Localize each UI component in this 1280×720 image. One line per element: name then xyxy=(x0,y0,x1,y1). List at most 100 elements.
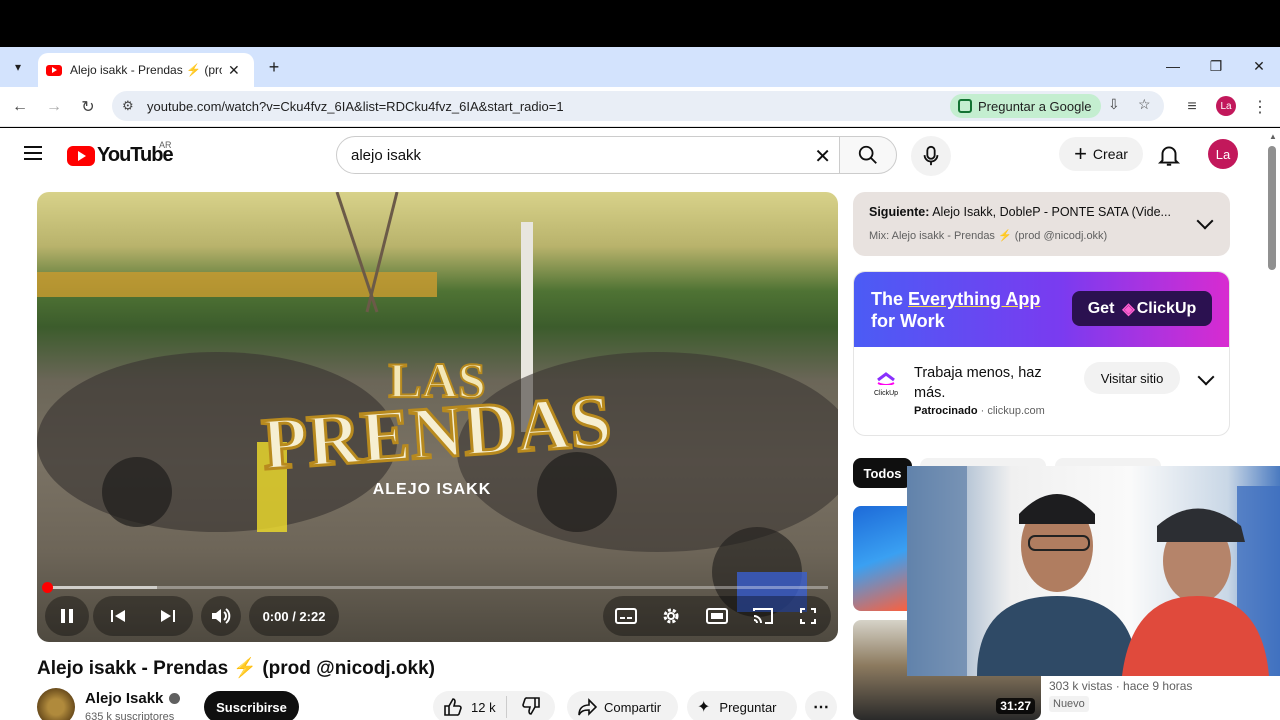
previous-icon[interactable] xyxy=(106,604,130,628)
ad-get-clickup-button[interactable]: Get ◈ ClickUp xyxy=(1072,291,1212,326)
video-player[interactable]: LAS PRENDAS ALEJO ISAKK 0:00 / 2:22 xyxy=(37,192,838,642)
browser-toolbar: ← → ↻ ⚙ youtube.com/watch?v=Cku4fvz_6IA&… xyxy=(0,87,1280,127)
visit-site-button[interactable]: Visitar sitio xyxy=(1084,362,1180,394)
ad-card[interactable]: The Everything App for Work Get ◈ ClickU… xyxy=(853,271,1230,436)
ad-sponsor-line: Patrocinado · clickup.com xyxy=(914,405,1045,417)
notifications-bell-icon[interactable] xyxy=(1156,142,1182,168)
channel-name[interactable]: Alejo Isakk xyxy=(85,690,181,707)
page-scrollbar[interactable] xyxy=(1268,146,1276,270)
like-button[interactable]: 12 k xyxy=(433,696,507,718)
tab-search-icon[interactable]: ▾ xyxy=(6,55,30,79)
minimize-icon[interactable]: — xyxy=(1161,55,1185,77)
microphone-icon xyxy=(923,145,939,166)
time-display: 0:00 / 2:22 xyxy=(262,608,326,624)
clickup-logo-icon: ◈ xyxy=(1122,300,1135,318)
thumbs-down-icon xyxy=(522,696,540,715)
mix-title: Mix: Alejo isakk - Prendas ⚡ (prod @nico… xyxy=(869,230,1108,242)
expand-playlist-icon[interactable] xyxy=(1196,212,1214,230)
fullscreen-icon[interactable] xyxy=(796,604,820,628)
ask-google-button[interactable]: Preguntar a Google xyxy=(950,94,1102,118)
clickup-icon-label: ClickUp xyxy=(873,390,899,397)
browser-tab-active[interactable]: Alejo isakk - Prendas ⚡ (prod ✕ xyxy=(38,53,254,87)
channel-name-text: Alejo Isakk xyxy=(85,690,164,707)
like-dislike-group: 12 k xyxy=(433,691,555,720)
ask-google-label: Preguntar a Google xyxy=(978,98,1092,114)
scroll-up-icon[interactable]: ▲ xyxy=(1269,132,1277,141)
search-input[interactable]: alejo isakk ✕ xyxy=(336,136,840,174)
ad-headline: The Everything App for Work xyxy=(871,288,1040,332)
back-icon[interactable]: ← xyxy=(8,95,32,119)
verified-badge-icon xyxy=(169,693,181,704)
screen: ▾ Alejo isakk - Prendas ⚡ (prod ✕ + — ❐ … xyxy=(0,0,1280,720)
lens-icon xyxy=(958,99,972,113)
browser-menu-icon[interactable]: ⋮ xyxy=(1248,95,1272,119)
progress-scrubber[interactable] xyxy=(42,582,53,593)
recommendation-meta: 303 k vistas · hace 9 horas xyxy=(1049,679,1193,693)
new-tab-icon[interactable]: + xyxy=(262,55,286,79)
address-bar[interactable]: ⚙ youtube.com/watch?v=Cku4fvz_6IA&list=R… xyxy=(112,91,1164,121)
search-icon xyxy=(858,145,877,164)
ad-domain: clickup.com xyxy=(987,405,1045,417)
ad-cta-brand: ClickUp xyxy=(1136,299,1197,317)
create-button[interactable]: + Crear xyxy=(1059,137,1143,171)
subscribe-button[interactable]: Suscribirse xyxy=(204,691,299,720)
tab-close-icon[interactable]: ✕ xyxy=(228,62,240,79)
create-label: Crear xyxy=(1092,146,1128,162)
share-label: Compartir xyxy=(604,699,662,715)
webcam-overlay xyxy=(907,466,1280,676)
youtube-favicon-icon xyxy=(46,64,62,76)
window-close-icon[interactable]: ✕ xyxy=(1247,55,1271,77)
playlist-nav xyxy=(93,596,193,636)
clickup-advertiser-icon: ClickUp xyxy=(870,369,902,397)
browser-profile-avatar[interactable]: La xyxy=(1216,96,1236,116)
url-text[interactable]: youtube.com/watch?v=Cku4fvz_6IA&list=RDC… xyxy=(147,99,564,114)
settings-gear-icon[interactable] xyxy=(659,604,683,628)
progress-buffered xyxy=(47,586,157,589)
thumbs-up-icon xyxy=(444,698,462,716)
chip-all[interactable]: Todos xyxy=(853,458,912,488)
cast-icon[interactable] xyxy=(751,604,775,628)
next-icon[interactable] xyxy=(156,604,180,628)
new-badge: Nuevo xyxy=(1049,696,1089,712)
share-button[interactable]: Compartir xyxy=(567,691,678,720)
ask-label: Preguntar xyxy=(719,699,777,715)
dislike-button[interactable] xyxy=(507,696,541,719)
reload-icon[interactable]: ↻ xyxy=(76,95,100,119)
player-settings-controls xyxy=(603,596,831,636)
recommendation-thumbnail[interactable] xyxy=(853,506,911,611)
subscriber-count: 635 k suscriptores xyxy=(85,711,175,720)
ask-button[interactable]: ✦ Preguntar xyxy=(687,691,797,720)
restore-icon[interactable]: ❐ xyxy=(1204,55,1228,77)
progress-bar[interactable] xyxy=(47,586,828,589)
install-app-icon[interactable]: ⇩ xyxy=(1108,96,1120,113)
ad-headline-1: The xyxy=(871,289,904,309)
up-next-prefix: Siguiente: xyxy=(869,205,930,219)
search-button[interactable] xyxy=(839,136,897,174)
subtitles-icon[interactable] xyxy=(614,604,638,628)
media-control-icon[interactable]: ≡ xyxy=(1180,95,1204,119)
clear-search-icon[interactable]: ✕ xyxy=(814,144,831,169)
account-avatar[interactable]: La xyxy=(1208,139,1238,169)
volume-button[interactable] xyxy=(201,596,241,636)
forward-icon[interactable]: → xyxy=(42,95,66,119)
video-title: Alejo isakk - Prendas ⚡ (prod @nicodj.ok… xyxy=(37,658,435,679)
more-actions-icon[interactable]: ⋯ xyxy=(805,691,837,720)
youtube-play-logo-icon xyxy=(67,145,95,166)
site-info-icon[interactable]: ⚙ xyxy=(122,98,134,114)
video-frame: LAS PRENDAS ALEJO ISAKK xyxy=(37,192,838,617)
share-icon xyxy=(578,698,597,716)
youtube-logo[interactable]: YouTube AR xyxy=(67,140,174,167)
ad-expand-icon[interactable] xyxy=(1197,368,1215,386)
ad-headline-2: for Work xyxy=(871,311,945,331)
country-code: AR xyxy=(159,140,172,150)
voice-search-button[interactable] xyxy=(911,136,951,176)
menu-icon[interactable] xyxy=(24,146,42,160)
theater-mode-icon[interactable] xyxy=(705,604,729,628)
search-query: alejo isakk xyxy=(351,147,422,164)
ad-banner[interactable]: The Everything App for Work Get ◈ ClickU… xyxy=(854,272,1229,347)
browser-tabstrip: ▾ Alejo isakk - Prendas ⚡ (prod ✕ + — ❐ … xyxy=(0,47,1280,87)
pause-button[interactable] xyxy=(45,596,89,636)
up-next-panel[interactable]: Siguiente: Alejo Isakk, DobleP - PONTE S… xyxy=(853,192,1230,256)
bookmark-star-icon[interactable]: ☆ xyxy=(1138,96,1151,113)
channel-avatar[interactable] xyxy=(37,688,75,720)
